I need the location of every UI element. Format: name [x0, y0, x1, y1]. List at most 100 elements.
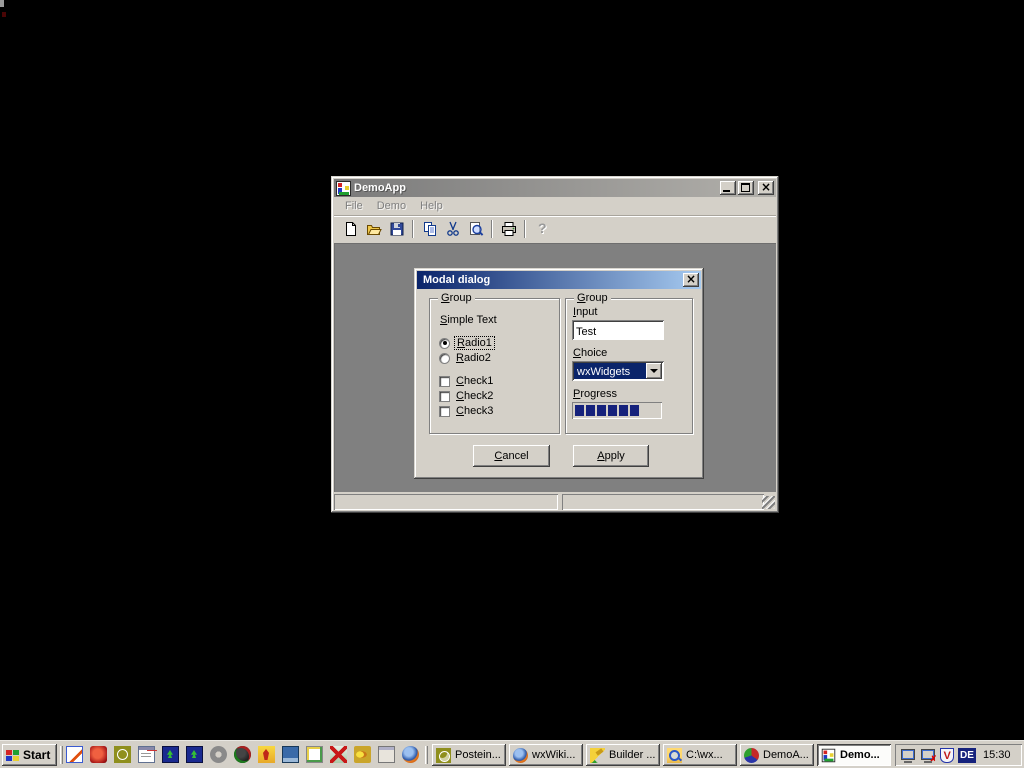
menubar: File Demo Help [334, 197, 776, 215]
demoapp-titlebar[interactable]: DemoApp × [334, 179, 776, 197]
yellow-fish-icon[interactable] [354, 746, 371, 763]
dialog-close-button[interactable]: × [683, 273, 699, 287]
save-icon [389, 221, 405, 237]
resize-grip[interactable] [762, 496, 775, 509]
network-offline-icon[interactable]: ✗ [920, 748, 936, 763]
menu-demo[interactable]: Demo [370, 198, 413, 214]
remote-desktop-2-icon[interactable] [186, 746, 203, 763]
quick-launch-bar [66, 746, 419, 763]
progress-bar [572, 402, 662, 419]
check2-option[interactable]: Check2 [439, 390, 493, 402]
network-computer-icon[interactable] [900, 748, 916, 763]
system-window-icon[interactable] [378, 746, 395, 763]
windows-flag-icon [5, 748, 21, 763]
check2-label: Check2 [456, 390, 493, 402]
progress-label: Progress [573, 388, 617, 400]
minimize-icon [723, 190, 730, 192]
modal-dialog-titlebar[interactable]: Modal dialog × [417, 271, 701, 289]
group-right-label: Group [574, 292, 611, 304]
check2-box[interactable] [439, 391, 450, 402]
task-button-explorer[interactable]: C:\wx... [663, 744, 737, 766]
input-field[interactable] [572, 320, 664, 340]
task-button-builder[interactable]: Builder ... [586, 744, 660, 766]
minimize-button[interactable] [720, 181, 736, 195]
desktop-icon-fragment [0, 0, 4, 7]
window-list-icon[interactable] [138, 746, 155, 763]
clock-app-icon[interactable] [114, 746, 131, 763]
progress-block [575, 405, 584, 416]
builder-hammer-icon [590, 748, 605, 763]
check3-option[interactable]: Check3 [439, 405, 493, 417]
mondrian-app-icon [336, 181, 351, 196]
task-button-wxwiki[interactable]: wxWiki... [509, 744, 583, 766]
radio2-label: Radio2 [456, 352, 491, 364]
input-label: Input [573, 306, 597, 318]
antivirus-shield-icon[interactable] [940, 748, 954, 763]
taskbar-clock[interactable]: 15:30 [983, 749, 1011, 761]
task-button-demo-active[interactable]: Demo... [817, 744, 891, 766]
start-button[interactable]: Start [2, 744, 57, 766]
check1-box[interactable] [439, 376, 450, 387]
modal-dialog-title: Modal dialog [423, 274, 681, 286]
red-x-tool-icon[interactable] [330, 746, 347, 763]
person-app-icon[interactable] [258, 746, 275, 763]
red-creature-icon[interactable] [90, 746, 107, 763]
new-document-icon [343, 221, 359, 237]
radio1-option[interactable]: Radio1 [439, 336, 495, 350]
media-disc-icon[interactable] [234, 746, 251, 763]
maximize-button[interactable] [738, 181, 754, 195]
mondrian-app-icon [822, 748, 836, 762]
apply-button[interactable]: Apply [573, 445, 649, 467]
firefox-browser-icon[interactable] [402, 746, 419, 763]
taskbar-divider[interactable] [60, 746, 63, 764]
chevron-down-icon[interactable] [646, 363, 662, 379]
close-icon: × [758, 181, 774, 194]
close-icon: × [683, 273, 699, 286]
check1-option[interactable]: Check1 [439, 375, 493, 387]
screen: { "colors": { "desktop": "#000000", "win… [0, 0, 1024, 768]
remote-desktop-icon[interactable] [162, 746, 179, 763]
toolbar-separator [491, 220, 493, 238]
radio1-circle[interactable] [439, 338, 450, 349]
radio2-option[interactable]: Radio2 [439, 352, 491, 364]
gray-ring-icon[interactable] [210, 746, 227, 763]
help-button[interactable]: ? ? [530, 218, 553, 240]
cut-icon [445, 221, 461, 237]
open-folder-icon [366, 221, 382, 237]
copy-button[interactable] [418, 218, 441, 240]
status-pane-1 [334, 494, 558, 510]
clock-app-icon [436, 748, 451, 763]
new-document-button[interactable] [339, 218, 362, 240]
taskbar-divider[interactable] [425, 746, 428, 764]
print-button[interactable] [497, 218, 520, 240]
terminal-icon[interactable] [282, 746, 299, 763]
cancel-button[interactable]: Cancel [473, 445, 550, 467]
image-viewer-icon[interactable] [306, 746, 323, 763]
menu-file[interactable]: File [338, 198, 370, 214]
cancel-button-label: Cancel [494, 450, 528, 462]
save-button[interactable] [385, 218, 408, 240]
close-button[interactable]: × [758, 181, 774, 195]
cut-button[interactable] [441, 218, 464, 240]
window-title: DemoApp [354, 182, 718, 194]
check3-box[interactable] [439, 406, 450, 417]
system-tray: ✗ DE 15:30 [895, 744, 1022, 766]
maximize-icon [741, 183, 750, 192]
open-folder-button[interactable] [362, 218, 385, 240]
taskbar: Start Postein... wxWiki... Builder ... C… [0, 740, 1024, 768]
firefox-browser-icon [513, 748, 528, 763]
notes-editor-icon[interactable] [66, 746, 83, 763]
modal-dialog: Modal dialog × Group Simple Text Radio1 … [414, 268, 704, 479]
menu-help[interactable]: Help [413, 198, 450, 214]
check1-label: Check1 [456, 375, 493, 387]
desktop-icon-fragment-2 [2, 12, 6, 17]
progress-block [619, 405, 628, 416]
focus-rect: Radio1 [454, 336, 495, 350]
start-button-label: Start [23, 748, 50, 762]
task-button-demoapp-ide[interactable]: DemoA... [740, 744, 814, 766]
task-button-postein[interactable]: Postein... [432, 744, 506, 766]
choice-combobox[interactable]: wxWidgets [572, 361, 664, 381]
print-preview-button[interactable] [464, 218, 487, 240]
language-indicator[interactable]: DE [958, 748, 976, 763]
radio2-circle[interactable] [439, 353, 450, 364]
